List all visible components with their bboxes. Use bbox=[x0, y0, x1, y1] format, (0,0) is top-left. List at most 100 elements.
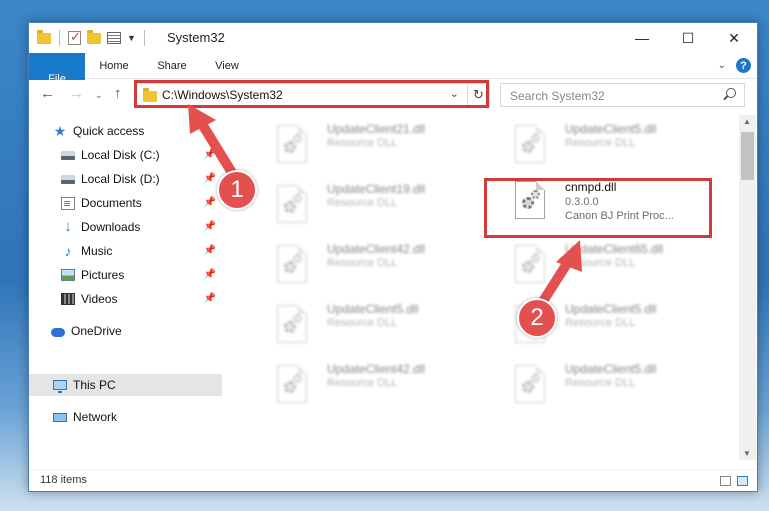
search-box[interactable]: Search System32 bbox=[500, 83, 745, 107]
nav-item-this-pc[interactable]: This PC bbox=[29, 374, 222, 396]
expand-ribbon-chevron-icon[interactable]: ⌄ bbox=[718, 60, 726, 71]
tab-home[interactable]: Home bbox=[85, 53, 143, 78]
music-icon: ♪ bbox=[64, 243, 72, 259]
search-icon bbox=[726, 88, 736, 98]
maximize-button[interactable]: ☐ bbox=[665, 23, 711, 53]
properties-icon[interactable] bbox=[107, 32, 121, 44]
file-item[interactable]: UpdateClient5.dll Resource DLL bbox=[495, 355, 715, 407]
file-name: UpdateClient5.dll bbox=[565, 362, 657, 376]
minimize-button[interactable]: — bbox=[619, 23, 665, 53]
nav-item-label: Local Disk (D:) bbox=[81, 172, 160, 186]
nav-item-local-disk-c[interactable]: Local Disk (C:) 📌 bbox=[29, 144, 222, 166]
dll-file-icon bbox=[515, 365, 545, 403]
customize-toolbar-dropdown-icon[interactable]: ▼ bbox=[127, 33, 136, 43]
step-badge-1: 1 bbox=[217, 170, 257, 210]
file-item[interactable]: UpdateClient42.dll Resource DLL bbox=[257, 355, 477, 407]
window-controls: — ☐ ✕ bbox=[619, 23, 757, 53]
ribbon-right-controls: ⌄ ? bbox=[718, 58, 751, 73]
nav-item-downloads[interactable]: ↓ Downloads 📌 bbox=[29, 216, 222, 238]
help-icon[interactable]: ? bbox=[736, 58, 751, 73]
file-name: UpdateClient21.dll bbox=[327, 122, 426, 136]
nav-item-quick-access[interactable]: ★ Quick access bbox=[29, 120, 222, 142]
refresh-icon[interactable]: ↻ bbox=[467, 84, 489, 106]
nav-item-local-disk-d[interactable]: Local Disk (D:) 📌 bbox=[29, 168, 222, 190]
file-name: UpdateClient5.dll bbox=[565, 122, 657, 136]
nav-item-music[interactable]: ♪ Music 📌 bbox=[29, 240, 222, 262]
new-folder-icon[interactable] bbox=[87, 29, 101, 44]
pin-icon: 📌 bbox=[203, 293, 216, 304]
file-explorer-window: ▼ System32 — ☐ ✕ File Home Share View ⌄ … bbox=[28, 22, 758, 492]
file-description: Resource DLL bbox=[565, 317, 636, 329]
file-item-cnmpd-dll[interactable]: cnmpd.dll 0.3.0.0 Canon BJ Print Proc... bbox=[495, 175, 715, 227]
tab-share[interactable]: Share bbox=[143, 53, 201, 78]
address-dropdown-icon[interactable]: ⌄ bbox=[450, 87, 459, 100]
pin-icon: 📌 bbox=[203, 245, 216, 256]
pin-icon: 📌 bbox=[203, 269, 216, 280]
file-description: Resource DLL bbox=[327, 137, 398, 149]
file-description: Resource DLL bbox=[327, 257, 398, 269]
scroll-down-arrow-icon[interactable]: ▼ bbox=[743, 449, 751, 458]
ribbon-tabs: File Home Share View ⌄ ? bbox=[29, 53, 757, 105]
back-arrow-icon[interactable]: ← bbox=[40, 85, 55, 102]
up-arrow-icon[interactable]: ↑ bbox=[114, 85, 122, 102]
file-item[interactable]: UpdateClient65.dll Resource DLL bbox=[495, 235, 715, 287]
address-path[interactable]: C:\Windows\System32 bbox=[162, 88, 283, 102]
dll-file-icon bbox=[277, 185, 307, 223]
pin-icon: 📌 bbox=[203, 197, 216, 208]
file-item[interactable]: UpdateClient19.dll Resource DLL bbox=[257, 175, 477, 227]
star-icon: ★ bbox=[53, 123, 67, 139]
toolbar-separator bbox=[143, 30, 145, 46]
address-row: ← → ⌄ ↑ C:\Windows\System32 ⌄ ↻ Search S… bbox=[29, 80, 757, 110]
nav-item-label: Pictures bbox=[81, 268, 125, 282]
nav-item-label: Videos bbox=[81, 292, 118, 306]
dll-file-icon bbox=[277, 305, 307, 343]
search-input[interactable]: Search System32 bbox=[510, 89, 605, 103]
recent-locations-chevron-icon[interactable]: ⌄ bbox=[95, 90, 103, 101]
file-description: Resource DLL bbox=[327, 197, 398, 209]
nav-item-network[interactable]: Network bbox=[29, 406, 222, 428]
nav-item-label: Documents bbox=[81, 196, 142, 210]
cloud-icon bbox=[51, 327, 65, 337]
drive-icon bbox=[61, 174, 75, 184]
file-item[interactable]: UpdateClient5.dll Resource DLL bbox=[495, 115, 715, 167]
item-count: 118 items bbox=[40, 474, 87, 486]
nav-item-documents[interactable]: Documents 📌 bbox=[29, 192, 222, 214]
pin-icon: 📌 bbox=[203, 149, 216, 160]
dll-file-icon bbox=[277, 365, 307, 403]
step-badge-2: 2 bbox=[517, 298, 557, 338]
drive-icon bbox=[61, 150, 75, 160]
scroll-up-arrow-icon[interactable]: ▲ bbox=[743, 117, 751, 126]
videos-icon bbox=[61, 293, 75, 305]
details-view-icon[interactable] bbox=[720, 476, 731, 486]
file-version: 0.3.0.0 bbox=[565, 196, 599, 208]
file-description: Resource DLL bbox=[565, 377, 636, 389]
tab-view[interactable]: View bbox=[201, 53, 253, 78]
properties-check-icon[interactable] bbox=[68, 29, 81, 45]
nav-item-videos[interactable]: Videos 📌 bbox=[29, 288, 222, 310]
close-button[interactable]: ✕ bbox=[711, 23, 757, 53]
nav-item-label: Music bbox=[81, 244, 113, 258]
file-description: Resource DLL bbox=[565, 257, 636, 269]
dll-file-icon bbox=[277, 245, 307, 283]
navigation-pane: ★ Quick access Local Disk (C:) 📌 Local D… bbox=[29, 115, 222, 465]
file-description: Resource DLL bbox=[327, 377, 398, 389]
vertical-scrollbar[interactable]: ▲ ▼ bbox=[739, 115, 756, 460]
window-title: System32 bbox=[167, 30, 225, 45]
file-item[interactable]: UpdateClient21.dll Resource DLL bbox=[257, 115, 477, 167]
large-icons-view-icon[interactable] bbox=[737, 476, 748, 486]
address-bar[interactable]: C:\Windows\System32 ⌄ ↻ bbox=[135, 83, 490, 107]
network-icon bbox=[53, 412, 67, 422]
folder-icon bbox=[37, 29, 51, 44]
scrollbar-thumb[interactable] bbox=[741, 132, 754, 180]
file-item[interactable]: UpdateClient5.dll Resource DLL bbox=[257, 295, 477, 347]
nav-item-label: Quick access bbox=[73, 124, 145, 138]
file-description: Resource DLL bbox=[327, 317, 398, 329]
nav-item-onedrive[interactable]: OneDrive bbox=[29, 320, 222, 342]
dll-file-icon bbox=[515, 181, 545, 219]
forward-arrow-icon[interactable]: → bbox=[69, 85, 84, 102]
file-name: UpdateClient42.dll bbox=[327, 242, 426, 256]
status-bar: 118 items bbox=[29, 469, 757, 491]
nav-item-pictures[interactable]: Pictures 📌 bbox=[29, 264, 222, 286]
nav-item-label: OneDrive bbox=[71, 324, 122, 338]
file-item[interactable]: UpdateClient42.dll Resource DLL bbox=[257, 235, 477, 287]
